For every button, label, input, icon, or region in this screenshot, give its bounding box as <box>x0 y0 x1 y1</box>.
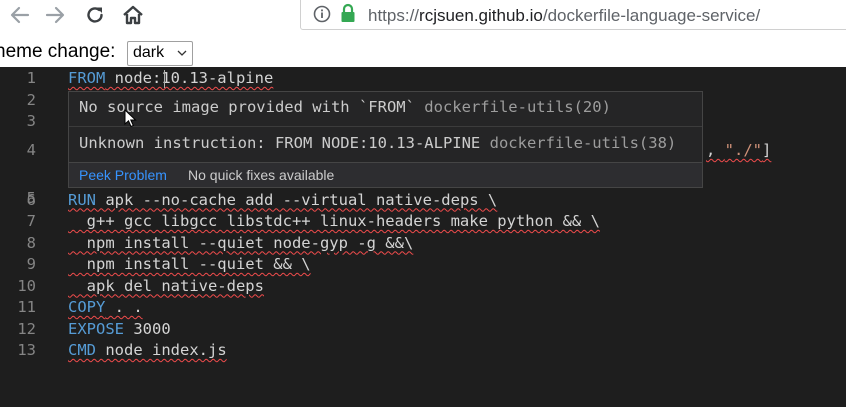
keyword: RUN <box>68 190 96 209</box>
line-number: 1 <box>26 69 36 87</box>
url-path: /dockerfile-language-service/ <box>542 6 761 25</box>
theme-label: heme change: <box>0 41 116 62</box>
diagnostic-source: dockerfile-utils(38) <box>489 134 677 152</box>
code-text: apk del native-deps <box>68 276 264 295</box>
code-text: node:10.13-alpine <box>105 69 274 87</box>
divider <box>69 126 702 127</box>
line-number: 11 <box>17 298 36 316</box>
reload-button[interactable] <box>80 0 110 30</box>
line-number: 6 <box>26 190 36 209</box>
home-icon <box>123 5 143 25</box>
code-line-12: EXPOSE 3000 <box>68 319 171 341</box>
code-line-8: npm install --quiet node-gyp -g &&\ <box>68 233 414 255</box>
info-icon[interactable] <box>313 5 331 23</box>
code-line-9: npm install --quiet && \ <box>68 254 311 276</box>
back-button[interactable] <box>5 0 35 30</box>
theme-select[interactable]: dark <box>127 41 193 66</box>
mouse-pointer-icon <box>124 109 137 128</box>
url-text: https://rcjsuen.github.io/dockerfile-lan… <box>368 6 760 26</box>
text-cursor <box>164 70 165 88</box>
back-icon <box>10 6 30 24</box>
forward-button[interactable] <box>40 0 70 30</box>
code-line-10: apk del native-deps <box>68 276 264 298</box>
keyword: EXPOSE <box>68 319 124 338</box>
code-text: 3000 <box>124 319 171 338</box>
code-text: g++ gcc libgcc libstdc++ linux-headers m… <box>68 212 600 230</box>
code-line-1: FROM node:10.13-alpine <box>68 68 273 90</box>
diagnostic-source: dockerfile-utils(20) <box>424 98 611 116</box>
code-text: node index.js <box>96 341 227 359</box>
reload-icon <box>87 7 103 23</box>
code-text: apk --no-cache add --virtual native-deps… <box>96 190 498 209</box>
line-number: 10 <box>17 276 36 295</box>
line-number: 8 <box>26 233 36 252</box>
code-text: , <box>706 141 725 159</box>
code-text: ] <box>762 141 772 159</box>
keyword: FROM <box>68 69 106 87</box>
diagnostic-message: No source image provided with `FROM` doc… <box>79 98 611 116</box>
code-line-13: CMD node index.js <box>68 340 227 362</box>
url-host: rcjsuen.github.io <box>419 6 543 25</box>
code-text: . . <box>105 298 143 316</box>
hover-status-bar: Peek Problem No quick fixes available <box>69 163 702 187</box>
line-number: 9 <box>26 255 36 273</box>
diagnostic-text: Unknown instruction: FROM NODE:10.13-ALP… <box>79 134 481 152</box>
forward-icon <box>45 6 65 24</box>
line-number: 3 <box>26 112 36 130</box>
chevron-down-icon <box>177 50 187 56</box>
code-text: npm install --quiet node-gyp -g &&\ <box>68 233 414 252</box>
line-number: 4 <box>26 141 36 159</box>
home-button[interactable] <box>118 0 148 30</box>
keyword: CMD <box>68 341 96 359</box>
url-scheme: https:// <box>368 6 420 25</box>
line-number: 12 <box>17 319 36 338</box>
theme-select-value: dark <box>133 44 165 61</box>
line-number: 2 <box>26 90 36 109</box>
address-bar[interactable]: https://rcjsuen.github.io/dockerfile-lan… <box>300 0 846 30</box>
keyword: COPY <box>68 298 106 316</box>
code-line-6: RUN apk --no-cache add --virtual native-… <box>68 190 497 212</box>
code-line-4-tail: , "./"] <box>706 140 771 162</box>
code-line-11: COPY . . <box>68 297 143 319</box>
diagnostics-hover: No source image provided with `FROM` doc… <box>68 91 703 188</box>
line-number: 13 <box>17 341 36 359</box>
no-quick-fixes-text: No quick fixes available <box>188 167 335 183</box>
browser-toolbar: https://rcjsuen.github.io/dockerfile-lan… <box>0 0 846 35</box>
code-line-7: g++ gcc libgcc libstdc++ linux-headers m… <box>68 211 600 233</box>
lock-icon[interactable] <box>339 3 357 23</box>
code-text: npm install --quiet && \ <box>68 255 311 273</box>
peek-problem-link[interactable]: Peek Problem <box>79 167 167 183</box>
diagnostic-message: Unknown instruction: FROM NODE:10.13-ALP… <box>79 134 676 152</box>
line-number: 7 <box>26 212 36 230</box>
string-literal: "./" <box>724 141 762 159</box>
